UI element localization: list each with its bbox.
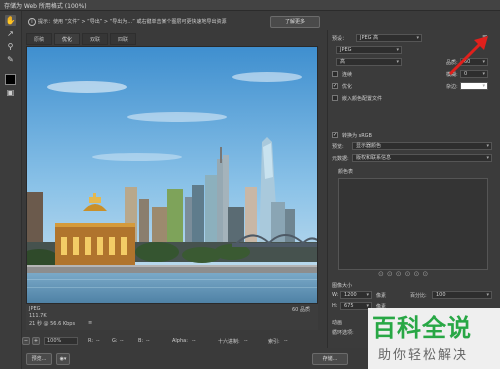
preset-value: JPEG 高 bbox=[360, 35, 379, 41]
zoom-tool-icon[interactable]: ⚲ bbox=[5, 41, 16, 52]
optimized-checkbox[interactable]: ✓ bbox=[332, 83, 338, 89]
progressive-label: 连续 bbox=[342, 72, 353, 78]
preview-mode-select[interactable]: 显示器颜色 bbox=[352, 142, 492, 150]
height-value: 675 bbox=[344, 303, 354, 309]
hex-label: 十六进制: bbox=[218, 339, 240, 345]
image-size-label: 图像大小 bbox=[332, 283, 353, 289]
g-label: G: bbox=[112, 338, 118, 344]
g-value: -- bbox=[120, 338, 124, 344]
percent-value: 100 bbox=[436, 292, 446, 298]
loop-label: 循环选项: bbox=[332, 330, 354, 336]
matte-label: 杂边: bbox=[446, 84, 458, 90]
watermark-subtitle: 助你轻松解决 bbox=[378, 348, 469, 363]
tab-original[interactable]: 原稿 bbox=[26, 33, 52, 45]
watermark: 百科全说 助你轻松解决 bbox=[368, 308, 500, 369]
convert-srgb-checkbox[interactable]: ✓ bbox=[332, 132, 338, 138]
preview-mode-value: 显示器颜色 bbox=[356, 143, 382, 149]
metadata-value: 版权和联系信息 bbox=[356, 155, 392, 161]
height-label: H: bbox=[332, 303, 338, 309]
format-select[interactable]: JPEG bbox=[336, 46, 402, 54]
optimized-label: 优化 bbox=[342, 84, 353, 90]
metadata-label: 元数据: bbox=[332, 156, 349, 162]
slice-visibility-icon[interactable]: ▣ bbox=[5, 87, 16, 98]
status-bar: − + 100% R: -- G: -- B: -- Alpha: -- 十六进… bbox=[22, 334, 322, 348]
info-menu-icon[interactable]: ≡ bbox=[88, 320, 92, 326]
color-table-label: 颜色表 bbox=[338, 169, 354, 175]
slice-select-tool-icon[interactable]: ↗ bbox=[5, 28, 16, 39]
tab-optimized[interactable]: 优化 bbox=[54, 33, 80, 45]
preview-button[interactable]: 预览... bbox=[26, 353, 52, 365]
skyline-photo bbox=[27, 47, 317, 303]
watermark-logo: 百科全说 bbox=[372, 314, 472, 342]
progressive-checkbox[interactable] bbox=[332, 71, 338, 77]
info-size: 111.7K bbox=[29, 313, 47, 319]
embed-profile-checkbox[interactable] bbox=[332, 95, 338, 101]
index-label: 索引: bbox=[268, 339, 280, 345]
view-tabs: 原稿 优化 双联 四联 bbox=[22, 33, 322, 45]
title-bar: 存储为 Web 所用格式 (100%) bbox=[0, 0, 500, 11]
hand-tool-icon[interactable]: ✋ bbox=[5, 15, 16, 26]
zoom-in-button[interactable]: + bbox=[32, 337, 40, 345]
color-table[interactable] bbox=[338, 178, 488, 270]
metadata-select[interactable]: 版权和联系信息 bbox=[352, 154, 492, 162]
tab-4up[interactable]: 四联 bbox=[110, 33, 136, 45]
r-label: R: bbox=[88, 338, 94, 344]
info-quality: 60 品质 bbox=[292, 307, 310, 313]
info-icon: i bbox=[28, 17, 36, 26]
color-table-tools[interactable]: ⊙⊙⊙⊙⊙⊙ bbox=[378, 270, 431, 278]
width-field[interactable]: 1200 bbox=[340, 291, 372, 299]
b-value: -- bbox=[146, 338, 150, 344]
preview-mode-label: 预览: bbox=[332, 144, 344, 150]
percent-field[interactable]: 100 bbox=[432, 291, 492, 299]
r-value: -- bbox=[96, 338, 100, 344]
info-format: JPEG bbox=[29, 306, 41, 312]
index-value: -- bbox=[284, 338, 288, 344]
browser-preview-icon[interactable]: ◉▾ bbox=[56, 353, 70, 365]
hex-value: -- bbox=[244, 338, 248, 344]
format-value: JPEG bbox=[340, 47, 352, 53]
zoom-level-field[interactable]: 100% bbox=[44, 337, 78, 345]
window-title: 存储为 Web 所用格式 (100%) bbox=[4, 3, 87, 10]
tab-2up[interactable]: 双联 bbox=[82, 33, 108, 45]
width-value: 1200 bbox=[344, 292, 357, 298]
convert-srgb-label: 转换为 sRGB bbox=[342, 133, 372, 139]
eyedropper-color-swatch[interactable] bbox=[5, 74, 16, 85]
width-unit: 像素 bbox=[376, 293, 387, 299]
percent-label: 百分比: bbox=[410, 293, 427, 299]
save-button[interactable]: 存储... bbox=[312, 353, 348, 365]
zoom-level-value: 100% bbox=[47, 338, 62, 344]
preset-label: 预设： bbox=[332, 36, 348, 42]
zoom-out-button[interactable]: − bbox=[22, 337, 30, 345]
embed-profile-label: 嵌入颜色配置文件 bbox=[342, 96, 383, 102]
left-toolbar: ✋ ↗ ⚲ ✎ ▣ bbox=[0, 11, 22, 369]
alpha-label: Alpha: bbox=[172, 338, 188, 344]
eyedropper-tool-icon[interactable]: ✎ bbox=[5, 54, 16, 65]
animation-label: 动画 bbox=[332, 320, 343, 326]
alpha-value: -- bbox=[192, 338, 196, 344]
info-time: 21 秒 @ 56.6 Kbps bbox=[29, 321, 76, 327]
quality-level-value: 高 bbox=[340, 59, 346, 65]
width-label: W: bbox=[332, 292, 339, 298]
preview-image[interactable] bbox=[26, 46, 318, 304]
red-arrow-annotation bbox=[448, 36, 488, 76]
learn-more-button[interactable]: 了解更多 bbox=[270, 16, 320, 28]
matte-select[interactable] bbox=[460, 82, 488, 90]
preset-select[interactable]: JPEG 高 bbox=[356, 34, 422, 42]
quality-level-select[interactable]: 高 bbox=[336, 58, 402, 66]
preview-info-panel: JPEG 111.7K 21 秒 @ 56.6 Kbps ≡ 60 品质 bbox=[26, 304, 318, 330]
b-label: B: bbox=[138, 338, 144, 344]
hint-text: 提示：使用 “文件” > “导出” > “导出为…” 或右键单击某个图层可更快速… bbox=[38, 19, 227, 25]
